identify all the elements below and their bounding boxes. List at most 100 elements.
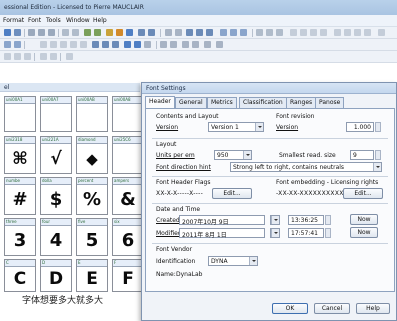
created-time-input[interactable]: 13:36:25 (288, 215, 324, 225)
tool-icon-d[interactable] (320, 29, 327, 36)
glyph-cell[interactable]: EE (76, 259, 108, 292)
tab-panose[interactable]: Panose (315, 97, 345, 108)
tab-ranges[interactable]: Ranges (286, 97, 317, 108)
smallest-read-size-spinner[interactable] (375, 150, 381, 160)
layer-icon[interactable] (220, 29, 227, 36)
validate-icon[interactable] (94, 29, 101, 36)
guide-icon[interactable] (240, 29, 247, 36)
save-icon[interactable] (14, 29, 21, 36)
smallest-read-size-input[interactable]: 9 (350, 150, 374, 160)
menu-format[interactable]: Format (3, 17, 24, 24)
created-date-picker[interactable] (270, 215, 280, 225)
tool-icon-y[interactable] (204, 41, 211, 48)
open-icon[interactable] (4, 29, 11, 36)
glyph-cell[interactable]: uni25C6 (112, 136, 144, 174)
tool-icon-x[interactable] (192, 41, 199, 48)
glyph-icon[interactable] (116, 29, 123, 36)
tool-icon-p[interactable] (102, 41, 109, 48)
undo-icon[interactable] (62, 29, 69, 36)
tool-icon-c[interactable] (310, 29, 317, 36)
glyph-cell[interactable]: uni00A7 (40, 96, 72, 132)
cut-icon[interactable] (28, 29, 35, 36)
redo-icon[interactable] (72, 29, 79, 36)
header-flags-edit-button[interactable]: Edit... (212, 188, 252, 199)
help-button[interactable]: Help (356, 303, 390, 314)
fonts-icon[interactable] (106, 29, 113, 36)
zoom-out-icon[interactable] (175, 29, 182, 36)
glyph-cell[interactable]: six 6 (112, 218, 144, 256)
glyph-cell[interactable]: uni00A1 (4, 96, 36, 132)
glyph-cell[interactable]: dolla $ (40, 177, 72, 215)
embedding-edit-button[interactable]: Edit... (343, 188, 383, 199)
tool-icon-r[interactable] (124, 41, 131, 48)
glyph-cell[interactable]: three 3 (4, 218, 36, 256)
ok-button[interactable]: OK (272, 303, 308, 314)
view-icon-c[interactable] (24, 53, 31, 60)
menu-tools[interactable]: Tools (46, 17, 61, 24)
view-icon-e[interactable] (50, 53, 57, 60)
glyph-cell[interactable]: numbe # (4, 177, 36, 215)
tool-icon-z[interactable] (216, 41, 223, 48)
tab-metrics[interactable]: Metrics (207, 97, 237, 108)
glyph-cell[interactable]: FF (112, 259, 144, 292)
tab-header[interactable]: Header (145, 96, 175, 108)
tool-icon-b[interactable] (300, 29, 307, 36)
glyph-cell[interactable]: percent% (76, 177, 108, 215)
tool-icon-g[interactable] (354, 29, 361, 36)
zoom-in-icon[interactable] (165, 29, 172, 36)
view-icon-f[interactable] (66, 53, 73, 60)
menu-help[interactable]: Help (93, 17, 107, 24)
tool-icon-q[interactable] (112, 41, 119, 48)
contour-icon[interactable] (14, 41, 21, 48)
glyph-cell[interactable]: diamond ◆ (76, 136, 108, 174)
tool-icon-v[interactable] (170, 41, 177, 48)
glyph-cell[interactable]: five 5 (76, 218, 108, 256)
created-date-input[interactable]: 2007年10月 9日 (179, 215, 265, 226)
tool-icon-j[interactable] (40, 41, 47, 48)
view-icon-d[interactable] (40, 53, 47, 60)
modified-date-input[interactable]: 2011年 8月 1日 (179, 228, 265, 239)
rotate-icon[interactable] (206, 29, 213, 36)
modified-time-input[interactable]: 17:57:41 (288, 228, 324, 238)
tool-icon-h[interactable] (364, 29, 371, 36)
tab-classification[interactable]: Classification (239, 97, 287, 108)
vendor-id-select[interactable]: DYNA (208, 256, 258, 266)
glyph-cell[interactable]: uni00A8 (112, 96, 144, 132)
tool-icon-k[interactable] (50, 41, 57, 48)
align-center-icon[interactable] (266, 29, 273, 36)
tool-icon-o[interactable] (92, 41, 99, 48)
kerning-icon[interactable] (148, 29, 155, 36)
view-icon-a[interactable] (4, 53, 11, 60)
glyph-cell[interactable]: uni221A √ (40, 136, 72, 174)
tool-icon-m[interactable] (70, 41, 77, 48)
modified-now-button[interactable]: Now (350, 227, 378, 238)
align-left-icon[interactable] (256, 29, 263, 36)
transform-icon[interactable] (186, 29, 193, 36)
glyph-cell[interactable]: DD (40, 259, 72, 292)
mirror-icon[interactable] (196, 29, 203, 36)
tool-icon-t[interactable] (144, 41, 151, 48)
glyph-cell[interactable]: ampers & (112, 177, 144, 215)
settings-icon[interactable] (126, 29, 133, 36)
paste-icon[interactable] (48, 29, 55, 36)
metrics-icon[interactable] (138, 29, 145, 36)
grid-icon[interactable] (230, 29, 237, 36)
tool-icon-u[interactable] (160, 41, 167, 48)
tool-icon-e[interactable] (334, 29, 341, 36)
created-now-button[interactable]: Now (350, 214, 378, 225)
tool-icon-s[interactable] (134, 41, 141, 48)
align-right-icon[interactable] (276, 29, 283, 36)
revision-spinner[interactable] (375, 122, 381, 132)
modified-date-picker[interactable] (270, 228, 280, 238)
cancel-button[interactable]: Cancel (314, 303, 350, 314)
tab-general[interactable]: General (175, 97, 207, 108)
font-direction-select[interactable]: Strong left to right, contains neutrals (230, 162, 382, 172)
revision-version-input[interactable]: 1.000 (346, 122, 374, 132)
glyph-cell[interactable]: CC (4, 259, 36, 292)
glyph-cell[interactable]: uni00AB (76, 96, 108, 132)
tool-icon-f[interactable] (344, 29, 351, 36)
units-per-em-select[interactable]: 950 (214, 150, 252, 160)
modified-time-spinner[interactable] (325, 228, 331, 238)
node-icon[interactable] (4, 41, 11, 48)
glyph-cell[interactable]: uni2318 ⌘ (4, 136, 36, 174)
